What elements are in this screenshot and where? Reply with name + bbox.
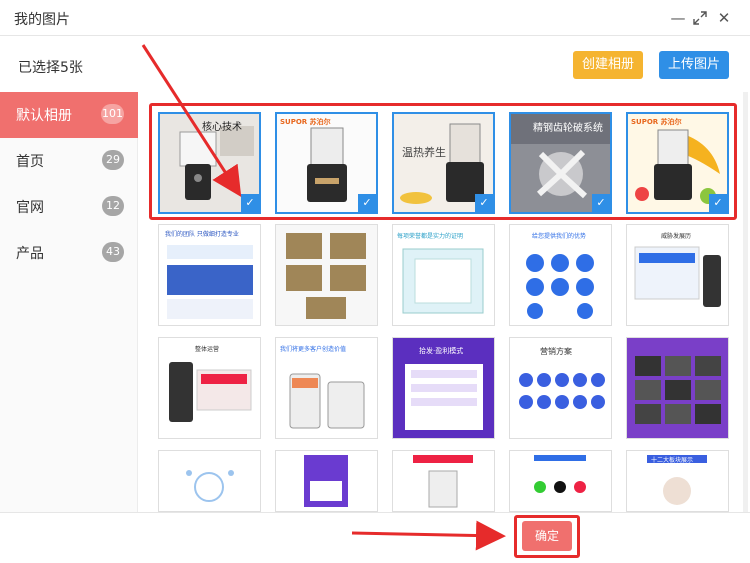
image-thumb[interactable]: 威胁发展历 xyxy=(626,224,729,326)
image-caption: 我们将更多客户创造价值 xyxy=(280,346,347,353)
selected-count-label: 已选择5张 xyxy=(18,60,83,76)
album-count-badge: 29 xyxy=(102,150,124,170)
check-icon: ✓ xyxy=(709,194,727,212)
image-thumb[interactable]: 我们的团队 只做细打造专业 xyxy=(158,224,261,326)
create-album-button[interactable]: 创建相册 xyxy=(573,51,643,79)
image-thumb[interactable]: 整体运营 xyxy=(158,337,261,439)
album-label: 官网 xyxy=(16,200,44,216)
confirm-button[interactable]: 确定 xyxy=(522,521,572,551)
check-icon: ✓ xyxy=(241,194,259,212)
image-thumb[interactable] xyxy=(275,224,378,326)
certificates-image xyxy=(276,225,377,325)
album-count-badge: 12 xyxy=(102,196,124,216)
honor-certificate-image xyxy=(393,225,494,325)
image-thumb[interactable] xyxy=(158,450,261,512)
mobile-design-image xyxy=(393,451,494,511)
advantages-image xyxy=(510,225,611,325)
album-label: 默认相册 xyxy=(16,108,72,124)
image-caption: 我们的团队 只做细打造专业 xyxy=(165,231,239,238)
minimize-icon[interactable]: — xyxy=(669,9,687,27)
sidebar-item-official-site[interactable]: 官网 12 xyxy=(0,184,138,230)
sidebar-item-default-album[interactable]: 默认相册 101 xyxy=(0,92,138,138)
footer xyxy=(0,512,750,563)
image-caption: 每项荣誉都是实力的证明 xyxy=(397,233,464,240)
image-thumb-blender-5[interactable]: SUPOR 苏泊尔 ✓ xyxy=(626,112,729,214)
image-thumb-blender-2[interactable]: SUPOR 苏泊尔 ✓ xyxy=(275,112,378,214)
brand-logo-text: SUPOR 苏泊尔 xyxy=(631,118,682,126)
image-thumb[interactable] xyxy=(392,450,495,512)
image-caption: 给您提供我们的优势 xyxy=(532,233,587,240)
album-label: 产品 xyxy=(16,246,44,262)
image-thumb-blender-3[interactable]: 温热养生 ✓ xyxy=(392,112,495,214)
image-thumb[interactable]: 我们将更多客户创造价值 xyxy=(275,337,378,439)
image-thumb[interactable] xyxy=(626,337,729,439)
album-count-badge: 101 xyxy=(101,104,124,124)
diagram-image xyxy=(159,451,260,511)
website-case-image xyxy=(627,225,728,325)
toolbar: 已选择5张 创建相册 上传图片 xyxy=(0,37,750,92)
image-thumb[interactable]: 每项荣誉都是实力的证明 xyxy=(392,224,495,326)
image-caption: 精钢齿轮破系统 xyxy=(533,123,603,134)
image-caption: 威胁发展历 xyxy=(661,233,692,240)
team-poster-image xyxy=(159,225,260,325)
close-icon[interactable]: ✕ xyxy=(715,9,733,27)
window-title: 我的图片 xyxy=(14,12,70,28)
image-caption: 温热养生 xyxy=(402,146,446,159)
image-caption: 整体运营 xyxy=(195,346,220,353)
check-icon: ✓ xyxy=(358,194,376,212)
album-sidebar: 默认相册 101 首页 29 官网 12 产品 43 xyxy=(0,92,138,512)
gallery-grid-image xyxy=(627,338,728,438)
album-label: 首页 xyxy=(16,154,44,170)
image-thumb[interactable]: 十二大板块展示 xyxy=(626,450,729,512)
image-thumb-blender-1[interactable]: 核心技术 ✓ xyxy=(158,112,261,214)
image-thumb[interactable] xyxy=(509,450,612,512)
app-icons-image xyxy=(510,451,611,511)
purple-poster-image xyxy=(276,451,377,511)
image-caption: 营销方案 xyxy=(540,347,572,356)
album-count-badge: 43 xyxy=(102,242,124,262)
image-thumb-blender-4[interactable]: 精钢齿轮破系统 ✓ xyxy=(509,112,612,214)
check-icon: ✓ xyxy=(475,194,493,212)
sidebar-item-home[interactable]: 首页 29 xyxy=(0,138,138,184)
operations-image xyxy=(159,338,260,438)
image-caption: 十二大板块展示 xyxy=(651,457,694,464)
image-thumb[interactable] xyxy=(275,450,378,512)
image-caption: 核心技术 xyxy=(202,122,242,133)
scrollbar[interactable] xyxy=(743,92,748,512)
image-thumb[interactable]: 拾发·盈利模式 xyxy=(392,337,495,439)
image-caption: 拾发·盈利模式 xyxy=(419,347,464,355)
brand-logo-text: SUPOR 苏泊尔 xyxy=(280,118,331,126)
image-thumb[interactable]: 营销方案 xyxy=(509,337,612,439)
image-thumb[interactable]: 给您提供我们的优势 xyxy=(509,224,612,326)
upload-image-button[interactable]: 上传图片 xyxy=(659,51,729,79)
customer-value-image xyxy=(276,338,377,438)
maximize-icon[interactable] xyxy=(691,9,709,27)
title-bar: 我的图片 — ✕ xyxy=(0,0,750,36)
sidebar-item-products[interactable]: 产品 43 xyxy=(0,230,138,276)
check-icon: ✓ xyxy=(592,194,610,212)
